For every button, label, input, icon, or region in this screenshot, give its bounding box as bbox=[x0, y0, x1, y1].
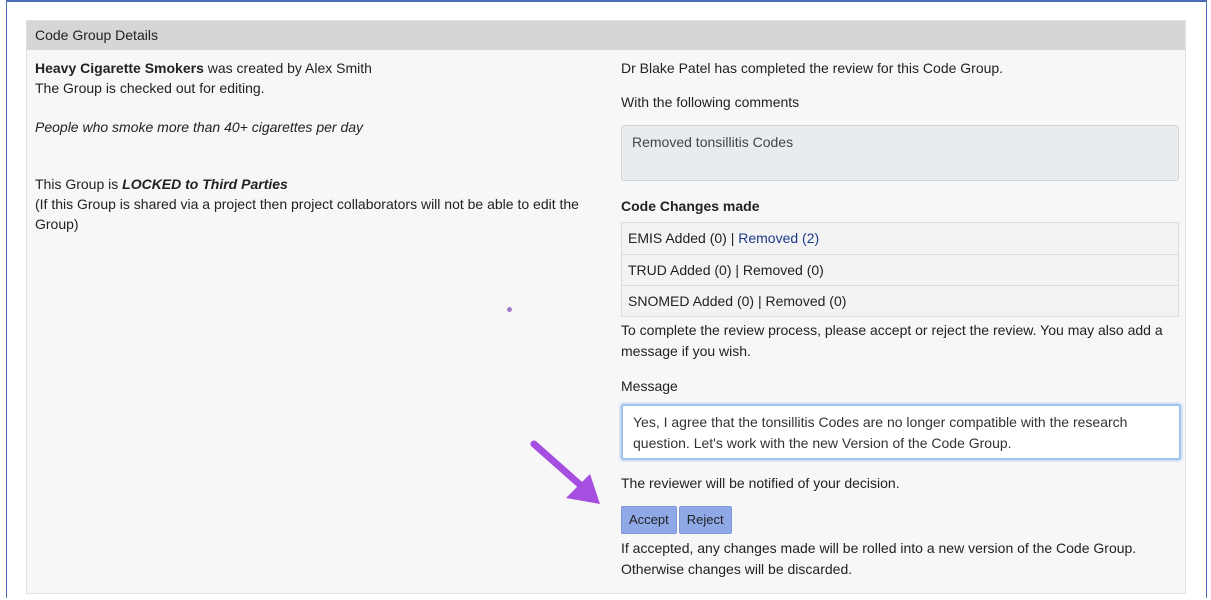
code-changes-heading: Code Changes made bbox=[621, 198, 760, 214]
changes-row-trud: TRUD Added (0) | Removed (0) bbox=[622, 254, 1178, 285]
message-input[interactable]: Yes, I agree that the tonsillitis Codes … bbox=[621, 404, 1181, 460]
comments-label: With the following comments bbox=[621, 94, 800, 110]
reject-button[interactable]: Reject bbox=[678, 506, 732, 534]
group-description: People who smoke more than 40+ cigarette… bbox=[35, 119, 364, 135]
changes-emis-removed-link[interactable]: Removed (2) bbox=[738, 230, 819, 246]
checked-out-text: The Group is checked out for editing. bbox=[35, 80, 265, 96]
group-info-column: Heavy Cigarette Smokers was created by A… bbox=[35, 58, 615, 234]
locked-status: LOCKED to Third Parties bbox=[122, 176, 288, 192]
changes-trud-removed: Removed (0) bbox=[742, 262, 824, 278]
changes-snomed-removed: Removed (0) bbox=[765, 293, 847, 309]
created-by-text: was created by Alex Smith bbox=[203, 60, 372, 76]
changes-row-snomed: SNOMED Added (0) | Removed (0) bbox=[622, 285, 1178, 316]
locked-status-line: This Group is LOCKED to Third Parties bbox=[35, 174, 615, 194]
locked-note: (If this Group is shared via a project t… bbox=[35, 196, 579, 232]
reviewer-comment-box: Removed tonsillitis Codes bbox=[621, 125, 1179, 181]
cursor-dot bbox=[507, 307, 512, 312]
changes-snomed-added: SNOMED Added (0) | bbox=[628, 293, 766, 309]
message-label: Message bbox=[621, 378, 678, 394]
annotation-arrow-icon bbox=[530, 440, 600, 504]
review-completed-text: Dr Blake Patel has completed the review … bbox=[621, 60, 1004, 76]
locked-prefix: This Group is bbox=[35, 176, 123, 192]
footer-note: If accepted, any changes made will be ro… bbox=[621, 540, 1137, 577]
decision-buttons: Accept Reject bbox=[621, 506, 1181, 534]
panel-header: Code Group Details bbox=[27, 21, 1185, 50]
accept-button[interactable]: Accept bbox=[621, 506, 677, 534]
notify-text: The reviewer will be notified of your de… bbox=[621, 475, 900, 491]
review-column: Dr Blake Patel has completed the review … bbox=[621, 58, 1181, 580]
changes-emis-added: EMIS Added (0) | bbox=[628, 230, 739, 246]
group-created-line: Heavy Cigarette Smokers was created by A… bbox=[35, 58, 615, 78]
group-name: Heavy Cigarette Smokers bbox=[35, 60, 204, 76]
changes-row-emis: EMIS Added (0) | Removed (2) bbox=[622, 223, 1178, 254]
review-instructions: To complete the review process, please a… bbox=[621, 322, 1163, 359]
code-changes-table: EMIS Added (0) | Removed (2) TRUD Added … bbox=[621, 222, 1179, 317]
changes-trud-added: TRUD Added (0) | bbox=[628, 262, 743, 278]
